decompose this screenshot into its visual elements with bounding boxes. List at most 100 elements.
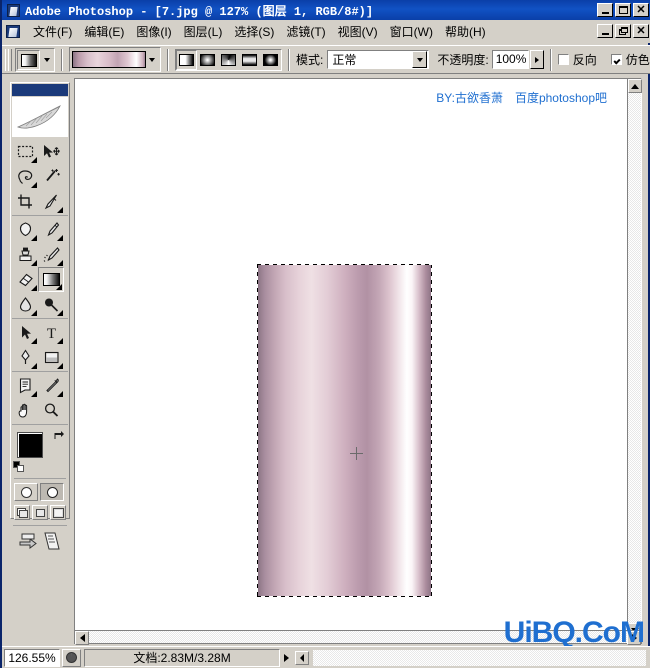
canvas-vertical-scrollbar[interactable] (627, 79, 642, 637)
radial-gradient-button[interactable] (197, 49, 218, 70)
tool-healing-brush[interactable] (12, 217, 38, 242)
full-screen-menubar-button[interactable] (32, 505, 48, 520)
tool-shape[interactable] (38, 345, 64, 370)
tool-eraser[interactable] (12, 267, 38, 292)
crosshair-cursor (350, 447, 363, 460)
tool-dodge[interactable] (38, 292, 64, 317)
dither-label: 仿色 (625, 53, 650, 67)
window-title: Adobe Photoshop - [7.jpg @ 127% (图层 1, R… (25, 4, 374, 19)
preview-proxy-icon[interactable] (62, 648, 81, 667)
tool-blur[interactable] (12, 292, 38, 317)
svg-text:T: T (46, 326, 55, 341)
tools-palette-titlebar[interactable] (12, 84, 68, 96)
zoom-level-field[interactable]: 126.55% (4, 648, 60, 667)
tool-preset-chevron-down-icon[interactable] (40, 50, 53, 70)
tool-gradient[interactable] (38, 267, 64, 292)
tool-eyedropper[interactable] (38, 373, 64, 398)
scroll-up-button[interactable] (628, 79, 642, 93)
photoshop-feather-logo (12, 97, 68, 137)
color-swatches (13, 430, 67, 474)
menu-window[interactable]: 窗口(W) (384, 21, 439, 42)
tool-history-brush[interactable] (38, 242, 64, 267)
menu-view[interactable]: 视图(V) (332, 21, 384, 42)
document-icon[interactable] (5, 24, 21, 39)
tool-brush[interactable] (38, 217, 64, 242)
watermark-top: BY:古欲香萧 百度photoshop吧 (436, 91, 607, 105)
maximize-button[interactable] (615, 3, 631, 17)
window-controls: ✕ (597, 3, 649, 17)
standard-mode-button[interactable] (14, 483, 38, 501)
reflected-gradient-button[interactable] (239, 49, 260, 70)
options-bar: 模式: 正常 不透明度: 100% 反向 仿色 (2, 45, 650, 74)
menu-edit[interactable]: 编辑(E) (78, 21, 130, 42)
reverse-checkbox-box[interactable] (557, 54, 569, 65)
menu-layer[interactable]: 图层(L) (178, 21, 229, 42)
tool-group-selection (12, 139, 68, 216)
photoshop-icon (6, 3, 21, 18)
diamond-gradient-button[interactable] (260, 49, 281, 70)
swap-colors-icon[interactable] (53, 430, 65, 442)
default-colors-icon[interactable] (13, 461, 25, 473)
options-bar-grip[interactable] (4, 48, 12, 72)
gradient-type-buttons (175, 48, 282, 71)
dither-checkbox-box[interactable] (610, 54, 622, 65)
close-button[interactable]: ✕ (633, 3, 649, 17)
tool-marquee[interactable] (12, 139, 38, 164)
tool-move[interactable] (38, 139, 64, 164)
menu-help[interactable]: 帮助(H) (439, 21, 492, 42)
menu-file[interactable]: 文件(F) (27, 21, 78, 42)
menu-image[interactable]: 图像(I) (130, 21, 177, 42)
jump-to-imageready-button[interactable] (13, 525, 67, 552)
gradient-preview[interactable] (72, 51, 146, 68)
quick-mask-buttons (14, 478, 66, 501)
doc-close-button[interactable]: ✕ (633, 24, 649, 38)
artwork-gradient-selection[interactable] (257, 264, 432, 597)
gradient-picker[interactable] (69, 47, 161, 72)
blend-mode-value: 正常 (332, 53, 357, 67)
foreground-color-swatch[interactable] (17, 432, 43, 458)
tools-grid: T (12, 139, 68, 426)
tool-slice[interactable] (38, 189, 64, 214)
tool-group-navigation (12, 373, 68, 425)
opacity-value[interactable]: 100% (491, 50, 529, 69)
tool-crop[interactable] (12, 189, 38, 214)
status-filler (313, 649, 646, 666)
tool-clone-stamp[interactable] (12, 242, 38, 267)
opacity-field[interactable]: 100% (491, 50, 544, 69)
linear-gradient-button[interactable] (176, 49, 197, 70)
tool-zoom[interactable] (38, 398, 64, 423)
doc-minimize-button[interactable] (597, 24, 613, 38)
minimize-button[interactable] (597, 3, 613, 17)
watermark-bottom: UiBQ.CoM (503, 616, 645, 649)
doc-restore-button[interactable] (615, 24, 631, 38)
menu-select[interactable]: 选择(S) (228, 21, 280, 42)
blend-mode-select[interactable]: 正常 (327, 50, 430, 69)
menu-filter[interactable]: 滤镜(T) (280, 21, 331, 42)
blend-mode-chevron-down-icon[interactable] (412, 51, 428, 68)
status-popup-icon[interactable] (295, 650, 309, 665)
tool-hand[interactable] (12, 398, 38, 423)
tool-path-selection[interactable] (12, 320, 38, 345)
reverse-label: 反向 (572, 53, 597, 67)
reverse-checkbox[interactable]: 反向 (557, 51, 597, 68)
tool-magic-wand[interactable] (38, 164, 64, 189)
status-bar: 126.55% 文档:2.83M/3.28M (2, 646, 650, 668)
standard-screen-mode-button[interactable] (14, 505, 30, 520)
tool-preset-picker[interactable] (15, 47, 55, 72)
angle-gradient-button[interactable] (218, 49, 239, 70)
tool-type[interactable]: T (38, 320, 64, 345)
tool-group-vector: T (12, 320, 68, 372)
tool-lasso[interactable] (12, 164, 38, 189)
tool-notes[interactable] (12, 373, 38, 398)
document-size-info: 文档:2.83M/3.28M (84, 648, 280, 667)
quick-mask-mode-button[interactable] (40, 483, 64, 501)
full-screen-button[interactable] (50, 505, 66, 520)
tool-pen[interactable] (12, 345, 38, 370)
gradient-picker-chevron-down-icon[interactable] (146, 50, 158, 69)
dither-checkbox[interactable]: 仿色 (610, 51, 650, 68)
scroll-left-button[interactable] (75, 631, 89, 645)
image-canvas[interactable]: BY:古欲香萧 百度photoshop吧 (75, 79, 627, 637)
status-arrow-icon[interactable] (280, 649, 293, 667)
tools-palette: T (10, 82, 70, 550)
opacity-slider-arrow-icon[interactable] (529, 50, 544, 69)
